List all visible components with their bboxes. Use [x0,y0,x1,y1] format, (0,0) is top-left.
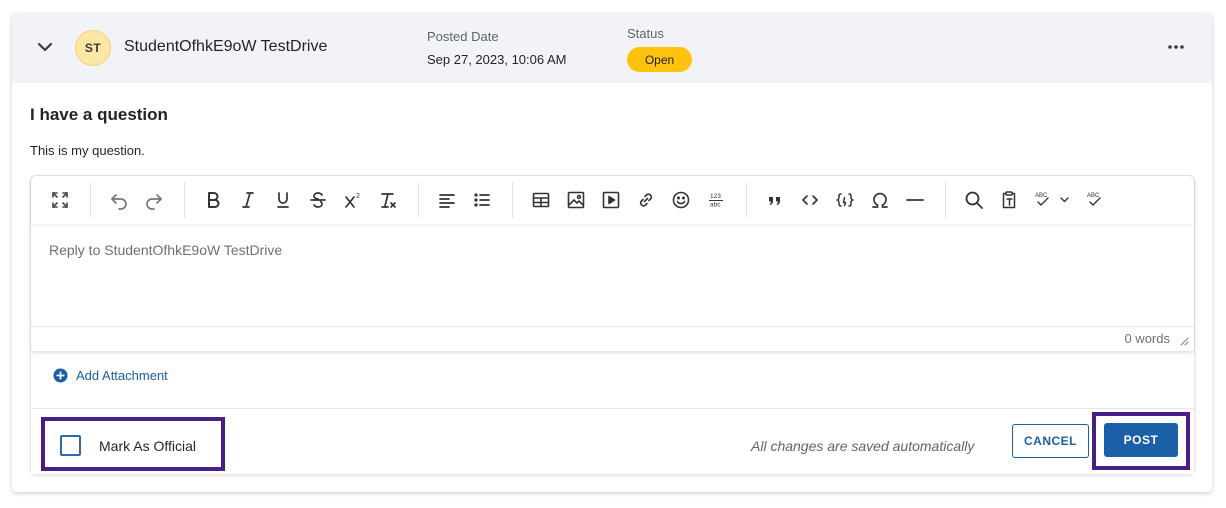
post-highlight: POST [1092,412,1190,470]
code-icon[interactable] [797,188,823,212]
cancel-button[interactable]: CANCEL [1012,424,1089,458]
emoji-icon[interactable] [668,188,694,212]
avatar: ST [75,30,111,66]
author-name: StudentOfhkE9oW TestDrive [124,38,328,55]
toolbar-separator [945,182,946,218]
number-format-top: 123 [710,193,721,200]
underline-icon[interactable] [270,188,296,212]
add-attachment-button[interactable]: Add Attachment [53,368,168,383]
blockquote-icon[interactable] [762,188,788,212]
more-options-icon[interactable] [1166,42,1186,52]
post-title: I have a question [30,105,168,124]
fullscreen-icon[interactable] [47,188,73,212]
resize-handle-icon[interactable] [1179,336,1189,346]
undo-icon[interactable] [106,188,132,212]
align-left-icon[interactable] [434,188,460,212]
toolbar-separator [746,182,747,218]
card-header: ST StudentOfhkE9oW TestDrive Posted Date… [12,14,1212,83]
mark-official-label[interactable]: Mark As Official [99,438,196,454]
reply-input[interactable]: Reply to StudentOfhkE9oW TestDrive [49,242,282,258]
toolbar-separator [512,182,513,218]
paste-text-icon[interactable] [996,188,1022,212]
editor-statusbar: 0 words [31,326,1194,351]
post-body: This is my question. [30,143,145,158]
spellcheck-abc: ABC [1035,193,1048,199]
autosave-status: All changes are saved automatically [751,438,975,454]
word-count: 0 words [1124,331,1170,346]
clear-format-icon[interactable] [375,188,401,212]
plus-circle-icon [53,368,68,383]
table-icon[interactable] [528,188,554,212]
post-button[interactable]: POST [1104,423,1178,457]
special-char-icon[interactable] [867,188,893,212]
mark-official-highlight: Mark As Official [41,417,225,471]
add-attachment-label: Add Attachment [76,368,168,383]
number-format-icon[interactable]: 123 abc [703,188,729,212]
find-icon[interactable] [961,188,987,212]
spellcheck-toggle-icon[interactable]: ABC [1082,188,1108,212]
rich-text-editor: 2 123 abc ABC ABC Reply to StudentOfhkE9… [31,176,1194,352]
posted-date-value: Sep 27, 2023, 10:06 AM [427,52,567,67]
redo-icon[interactable] [141,188,167,212]
strikethrough-icon[interactable] [305,188,331,212]
spellcheck-icon[interactable]: ABC [1031,188,1075,212]
status-label: Status [627,26,664,41]
image-icon[interactable] [563,188,589,212]
status-badge: Open [627,47,692,72]
chevron-down-icon[interactable] [36,38,54,56]
bullet-list-icon[interactable] [469,188,495,212]
code-block-icon[interactable] [832,188,858,212]
discussion-card: ST StudentOfhkE9oW TestDrive Posted Date… [12,14,1212,492]
reply-footer: Mark As Official All changes are saved a… [31,408,1194,474]
reply-editor-container: 2 123 abc ABC ABC Reply to StudentOfhkE9… [30,175,1195,475]
toolbar-separator [418,182,419,218]
horizontal-rule-icon[interactable] [902,188,928,212]
superscript-mark: 2 [356,193,360,200]
posted-date-label: Posted Date [427,29,499,44]
link-icon[interactable] [633,188,659,212]
superscript-icon[interactable]: 2 [340,188,366,212]
editor-toolbar: 2 123 abc ABC ABC [31,176,1194,224]
toolbar-separator [184,182,185,218]
video-icon[interactable] [598,188,624,212]
toolbar-separator [90,182,91,218]
italic-icon[interactable] [235,188,261,212]
bold-icon[interactable] [200,188,226,212]
spellcheck-toggle-abc: ABC [1087,193,1100,199]
mark-official-checkbox[interactable] [60,435,81,456]
number-format-bottom: abc [710,202,721,209]
